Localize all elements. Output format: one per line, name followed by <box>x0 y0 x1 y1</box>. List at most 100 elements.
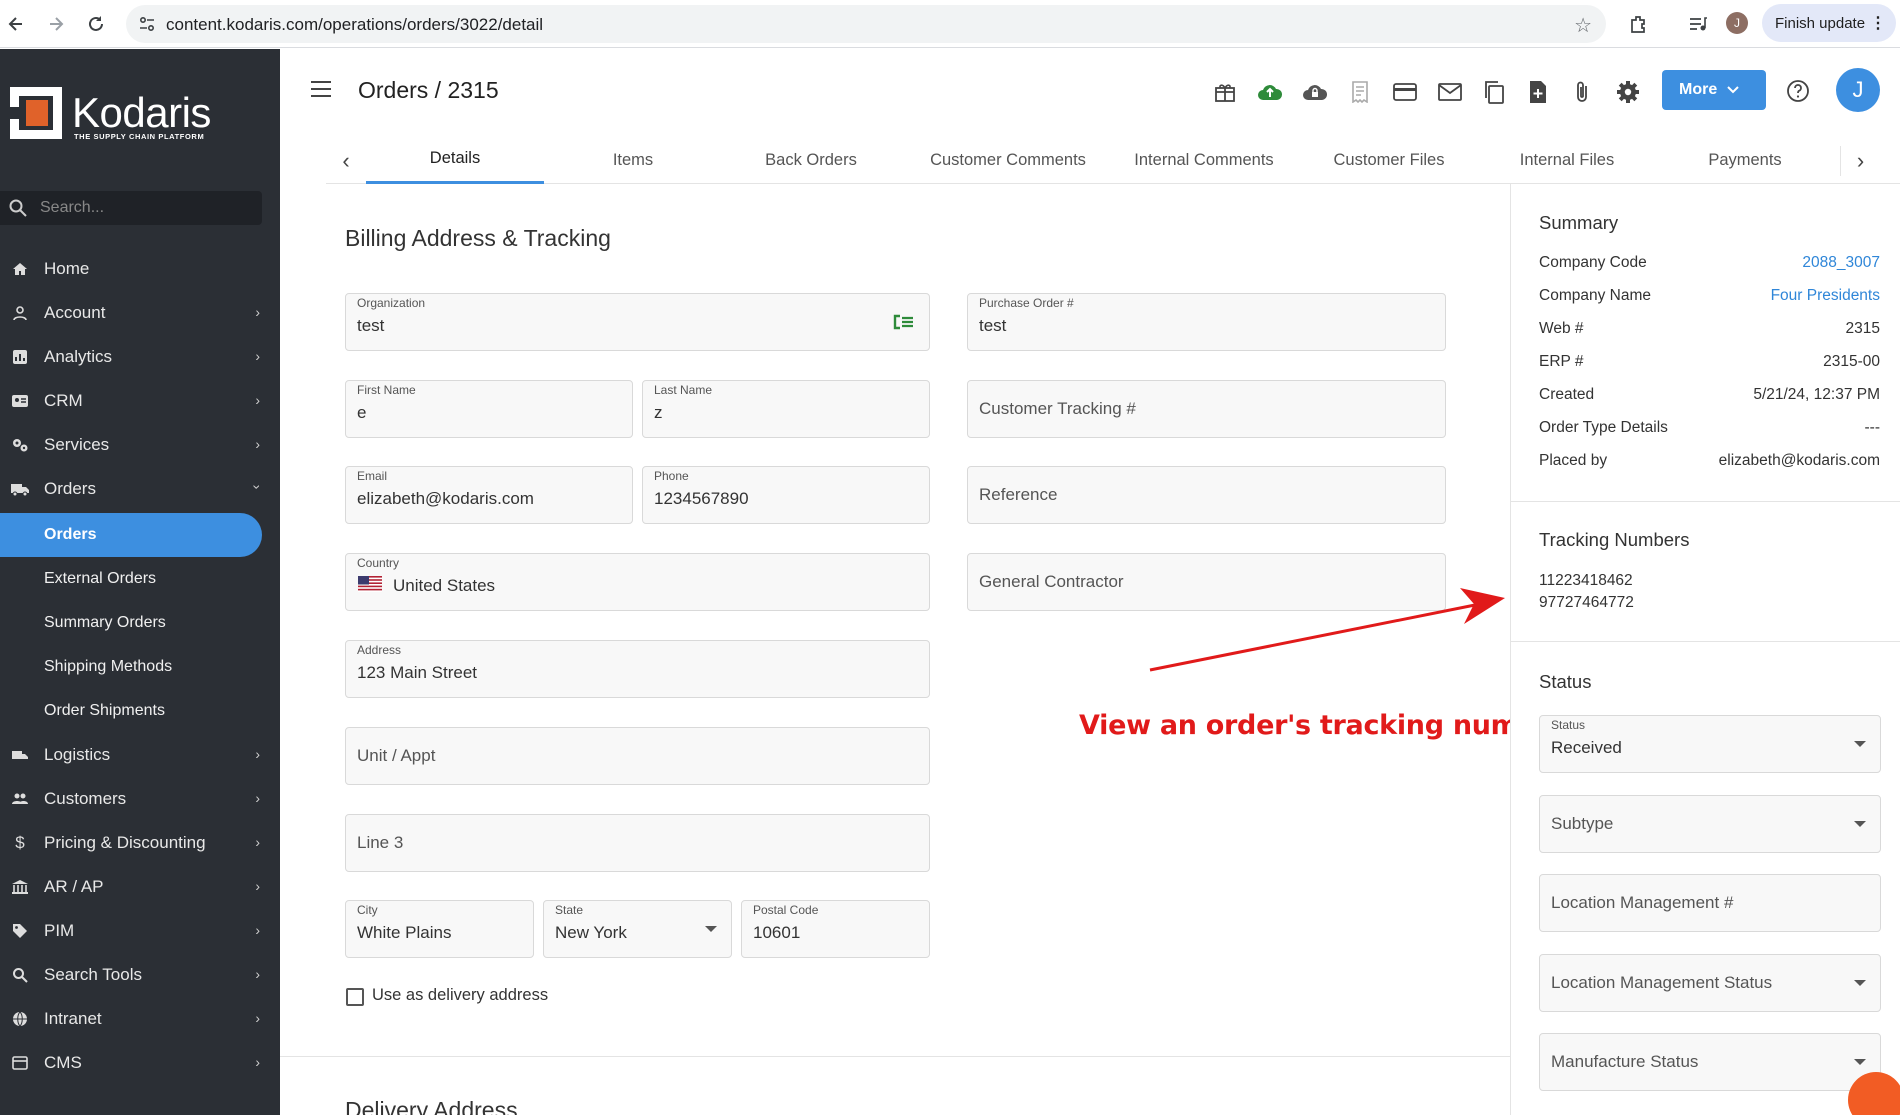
extensions-icon[interactable] <box>1626 12 1650 36</box>
field-value: test <box>357 316 385 335</box>
country-field[interactable]: Country United States <box>345 553 930 611</box>
receipt-icon[interactable] <box>1346 78 1374 106</box>
field-label: Country <box>357 556 400 570</box>
sidebar-item-pricing[interactable]: $ Pricing & Discounting › <box>0 821 280 865</box>
chevron-right-icon: › <box>255 922 260 938</box>
sidebar-item-home[interactable]: Home <box>0 247 280 291</box>
sidebar-search[interactable] <box>0 191 262 225</box>
sidebar: Kodaris THE SUPPLY CHAIN PLATFORM Home A… <box>0 49 280 1115</box>
sidebar-item-customers[interactable]: Customers › <box>0 777 280 821</box>
field-label: State <box>555 903 584 917</box>
phone-field[interactable]: Phone 1234567890 <box>642 466 930 524</box>
gift-icon[interactable] <box>1211 78 1239 106</box>
cms-icon <box>10 1056 30 1070</box>
address-field[interactable]: Address 123 Main Street <box>345 640 930 698</box>
copy-icon[interactable] <box>1480 78 1508 106</box>
organization-field[interactable]: Organization test <box>345 293 930 351</box>
tab-payments[interactable]: Payments <box>1656 136 1834 184</box>
email-field[interactable]: Email elizabeth@kodaris.com <box>345 466 633 524</box>
profile-avatar[interactable]: J <box>1726 12 1748 34</box>
city-field[interactable]: City White Plains <box>345 900 534 958</box>
hamburger-menu-icon[interactable] <box>310 80 332 103</box>
chevron-right-icon: › <box>255 966 260 982</box>
sidebar-item-cms[interactable]: CMS › <box>0 1041 280 1085</box>
sidebar-item-crm[interactable]: CRM › <box>0 379 280 423</box>
sidebar-item-intranet[interactable]: Intranet › <box>0 997 280 1041</box>
more-button[interactable]: More <box>1662 70 1766 110</box>
dropdown-arrow-icon <box>1854 821 1866 827</box>
cloud-lock-icon[interactable] <box>1301 78 1329 106</box>
help-icon[interactable] <box>1786 79 1810 108</box>
tab-internal-files[interactable]: Internal Files <box>1478 136 1656 184</box>
subtype-select[interactable]: Subtype <box>1539 795 1881 853</box>
site-info-icon[interactable] <box>138 15 156 38</box>
sidebar-item-services[interactable]: Services › <box>0 423 280 467</box>
sidebar-item-analytics[interactable]: Analytics › <box>0 335 280 379</box>
user-avatar[interactable]: J <box>1836 68 1880 112</box>
company-name-link[interactable]: Four Presidents <box>1771 287 1880 305</box>
attachment-icon[interactable] <box>1568 78 1596 106</box>
bookmark-star-icon[interactable]: ☆ <box>1574 13 1592 38</box>
media-control-icon[interactable] <box>1686 12 1710 36</box>
forward-icon[interactable] <box>42 10 70 38</box>
postal-code-field[interactable]: Postal Code 10601 <box>741 900 930 958</box>
address-bar[interactable]: content.kodaris.com/operations/orders/30… <box>126 5 1606 43</box>
tab-back-orders[interactable]: Back Orders <box>722 136 900 184</box>
finish-update-button[interactable]: Finish update ⋮ <box>1762 4 1896 42</box>
last-name-field[interactable]: Last Name z <box>642 380 930 438</box>
sidebar-item-account[interactable]: Account › <box>0 291 280 335</box>
email-icon[interactable] <box>1436 78 1464 106</box>
sidebar-subitem-order-shipments[interactable]: Order Shipments <box>0 689 262 733</box>
sidebar-item-orders[interactable]: Orders › <box>0 467 280 511</box>
chevron-right-icon: › <box>255 392 260 408</box>
reference-field[interactable]: Reference <box>967 466 1446 524</box>
sidebar-item-logistics[interactable]: Logistics › <box>0 733 280 777</box>
tab-customer-files[interactable]: Customer Files <box>1300 136 1478 184</box>
sidebar-subitem-shipping-methods[interactable]: Shipping Methods <box>0 645 262 689</box>
line3-field[interactable]: Line 3 <box>345 814 930 872</box>
back-icon[interactable] <box>2 10 30 38</box>
sidebar-search-input[interactable] <box>40 197 240 219</box>
sidebar-item-pim[interactable]: PIM › <box>0 909 280 953</box>
purchase-order-field[interactable]: Purchase Order # test <box>967 293 1446 351</box>
tab-customer-comments[interactable]: Customer Comments <box>908 136 1108 184</box>
first-name-field[interactable]: First Name e <box>345 380 633 438</box>
list-lookup-icon[interactable] <box>893 314 915 335</box>
cloud-upload-icon[interactable] <box>1256 78 1284 106</box>
sidebar-subitem-summary-orders[interactable]: Summary Orders <box>0 601 262 645</box>
chevron-left-icon[interactable]: ‹ <box>326 146 366 176</box>
company-code-link[interactable]: 2088_3007 <box>1802 254 1880 272</box>
sidebar-item-search-tools[interactable]: Search Tools › <box>0 953 280 997</box>
reload-icon[interactable] <box>82 10 110 38</box>
tab-items[interactable]: Items <box>544 136 722 184</box>
state-select[interactable]: State New York <box>543 900 732 958</box>
status-select[interactable]: Status Received <box>1539 715 1881 773</box>
sidebar-item-ar-ap[interactable]: AR / AP › <box>0 865 280 909</box>
sidebar-subitem-external-orders[interactable]: External Orders <box>0 557 262 601</box>
location-management-status-select[interactable]: Location Management Status <box>1539 954 1881 1012</box>
summary-title: Summary <box>1539 212 1619 233</box>
tab-internal-comments[interactable]: Internal Comments <box>1108 136 1300 184</box>
gears-icon <box>10 437 30 453</box>
use-as-delivery-checkbox[interactable] <box>346 988 364 1006</box>
manufacture-status-select[interactable]: Manufacture Status <box>1539 1033 1881 1091</box>
globe-icon <box>10 1011 30 1027</box>
tracking-number: 97727464772 <box>1539 594 1634 611</box>
summary-label: Placed by <box>1539 452 1608 469</box>
credit-card-icon[interactable] <box>1391 78 1419 106</box>
sidebar-subitem-orders[interactable]: Orders <box>0 513 262 557</box>
tab-details[interactable]: Details <box>366 136 544 184</box>
section-divider <box>280 1056 1510 1057</box>
sidebar-subitem-label: Orders <box>44 526 97 543</box>
tracking-number: 11223418462 <box>1539 572 1633 589</box>
unit-field[interactable]: Unit / Appt <box>345 727 930 785</box>
logo-tagline: THE SUPPLY CHAIN PLATFORM <box>74 132 205 141</box>
location-management-field[interactable]: Location Management # <box>1539 874 1881 932</box>
customer-tracking-field[interactable]: Customer Tracking # <box>967 380 1446 438</box>
add-document-icon[interactable] <box>1524 78 1552 106</box>
sidebar-item-label: Pricing & Discounting <box>44 833 206 852</box>
chevron-right-icon[interactable]: › <box>1840 146 1880 176</box>
settings-icon[interactable] <box>1614 78 1642 106</box>
analytics-icon <box>10 349 30 365</box>
chevron-right-icon: › <box>255 834 260 850</box>
